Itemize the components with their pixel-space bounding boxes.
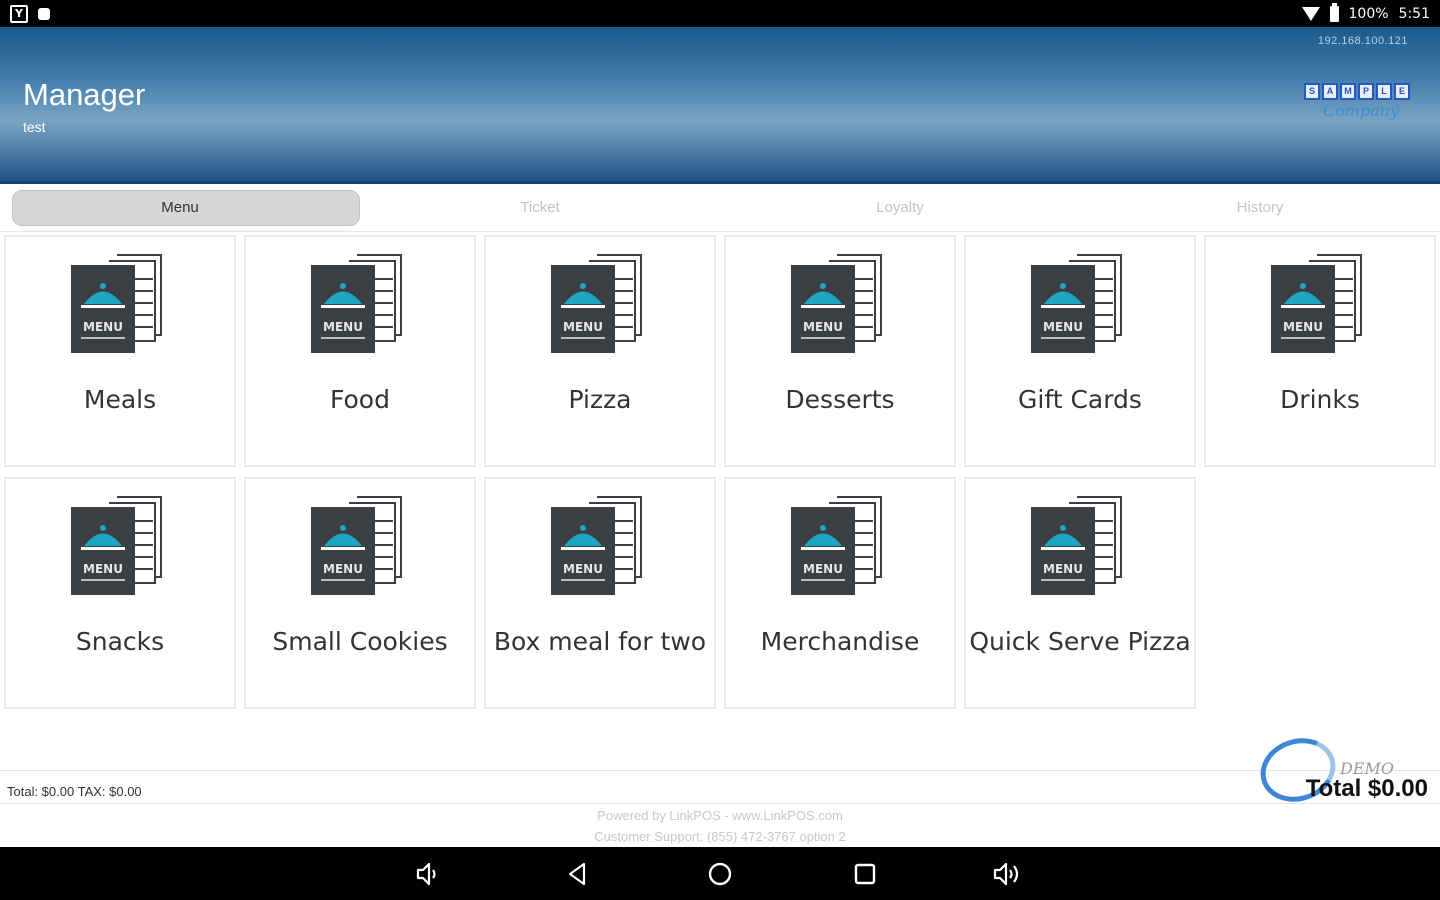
battery-icon — [1329, 2, 1339, 22]
tab-label: Loyalty — [876, 199, 924, 216]
page-subtitle: test — [23, 119, 46, 135]
icon-text: MENU — [803, 562, 843, 576]
wifi-icon — [1301, 6, 1320, 21]
menu-tile-label: Snacks — [75, 627, 165, 656]
menu-tile[interactable]: MENU Box meal for two — [484, 477, 716, 709]
logo-letter: M — [1340, 83, 1356, 100]
menu-book-icon: MENU — [1029, 491, 1133, 595]
menu-tile[interactable]: MENU Quick Serve Pizza — [964, 477, 1196, 709]
tab-loyalty[interactable]: Loyalty — [720, 184, 1080, 232]
logo-letter: L — [1376, 83, 1392, 100]
tab-label: History — [1236, 199, 1284, 216]
notification-icon — [38, 7, 50, 20]
ip-address: 192.168.100.121 — [1317, 35, 1408, 47]
menu-book-icon: MENU — [1029, 249, 1133, 353]
menu-tile-label: Desserts — [785, 385, 895, 414]
menu-tile[interactable]: MENU Food — [244, 235, 476, 467]
notification-app-icon: Y — [10, 4, 28, 23]
status-right: 100% 5:51 — [1301, 2, 1430, 22]
back-icon[interactable] — [562, 859, 592, 889]
menu-tile[interactable]: MENU Drinks — [1204, 235, 1436, 467]
icon-text: MENU — [323, 320, 363, 334]
clock: 5:51 — [1398, 5, 1430, 22]
menu-book-icon: MENU — [549, 491, 653, 595]
page-title: Manager — [23, 77, 146, 112]
menu-tile-label: Merchandise — [760, 627, 920, 656]
menu-book-icon: MENU — [789, 491, 893, 595]
menu-tile[interactable]: MENU Merchandise — [724, 477, 956, 709]
icon-text: MENU — [1283, 320, 1323, 334]
menu-tile-label: Small Cookies — [272, 627, 448, 656]
menu-tile[interactable]: MENU Pizza — [484, 235, 716, 467]
volume-up-icon[interactable] — [992, 859, 1022, 889]
icon-text: MENU — [1043, 562, 1083, 576]
menu-tile[interactable]: MENU Gift Cards — [964, 235, 1196, 467]
icon-text: MENU — [563, 562, 603, 576]
icon-text: MENU — [83, 320, 123, 334]
tab-ticket[interactable]: Ticket — [360, 184, 720, 232]
tab-label: Ticket — [520, 199, 560, 216]
menu-book-icon: MENU — [789, 249, 893, 353]
system-nav-bar — [0, 847, 1440, 900]
tab-menu[interactable]: Menu — [0, 184, 360, 232]
powered-by-text: Powered by LinkPOS - www.LinkPOS.com — [597, 808, 843, 823]
menu-tile-label: Gift Cards — [1018, 385, 1142, 414]
menu-book-icon: MENU — [69, 491, 173, 595]
icon-text: MENU — [803, 320, 843, 334]
menu-tile[interactable]: MENU Meals — [4, 235, 236, 467]
tab-bar: Menu Ticket Loyalty History — [0, 184, 1440, 232]
battery-level: 100% — [1348, 5, 1389, 22]
tab-history[interactable]: History — [1080, 184, 1440, 232]
logo-letter: S — [1304, 83, 1320, 100]
app-header: 192.168.100.121 Manager test S A M P L E… — [0, 27, 1440, 184]
logo-word: Company — [1322, 101, 1400, 120]
status-left: Y — [10, 4, 50, 23]
icon-text: MENU — [563, 320, 603, 334]
icon-text: MENU — [323, 562, 363, 576]
totals-summary: Total: $0.00 TAX: $0.00 — [7, 784, 142, 799]
volume-down-icon[interactable] — [413, 859, 443, 889]
menu-tile-label: Quick Serve Pizza — [969, 627, 1191, 656]
app-root: Y 100% 5:51 192.168.100.121 Manager test… — [0, 0, 1440, 900]
menu-tile-label: Drinks — [1280, 385, 1360, 414]
icon-text: MENU — [83, 562, 123, 576]
menu-tile-label: Box meal for two — [493, 627, 707, 656]
logo-letter: E — [1394, 83, 1410, 100]
menu-tile-label: Food — [330, 385, 390, 414]
menu-tile-label: Pizza — [568, 385, 632, 414]
menu-grid: MENU Meals MENU Food MENU Pizza MENU Desserts ME… — [4, 235, 1436, 715]
menu-book-icon: MENU — [309, 491, 413, 595]
menu-book-icon: MENU — [69, 249, 173, 353]
company-logo: S A M P L E Company — [1304, 83, 1418, 127]
menu-tile[interactable]: MENU Snacks — [4, 477, 236, 709]
support-text: Customer Support: (855) 472-3767 option … — [594, 829, 846, 844]
menu-tile[interactable]: MENU Desserts — [724, 235, 956, 467]
menu-tile[interactable]: MENU Small Cookies — [244, 477, 476, 709]
recents-icon[interactable] — [850, 859, 880, 889]
totals-bar: Total: $0.00 TAX: $0.00 — [0, 770, 1440, 804]
logo-letter: P — [1358, 83, 1374, 100]
logo-letters: S A M P L E — [1304, 83, 1418, 100]
status-bar: Y 100% 5:51 — [0, 0, 1440, 27]
menu-book-icon: MENU — [549, 249, 653, 353]
home-icon[interactable] — [705, 859, 735, 889]
logo-letter: A — [1322, 83, 1338, 100]
tab-label: Menu — [161, 199, 199, 216]
grand-total: Total $0.00 — [1305, 775, 1428, 802]
menu-book-icon: MENU — [309, 249, 413, 353]
menu-book-icon: MENU — [1269, 249, 1373, 353]
menu-tile-label: Meals — [83, 385, 157, 414]
icon-text: MENU — [1043, 320, 1083, 334]
